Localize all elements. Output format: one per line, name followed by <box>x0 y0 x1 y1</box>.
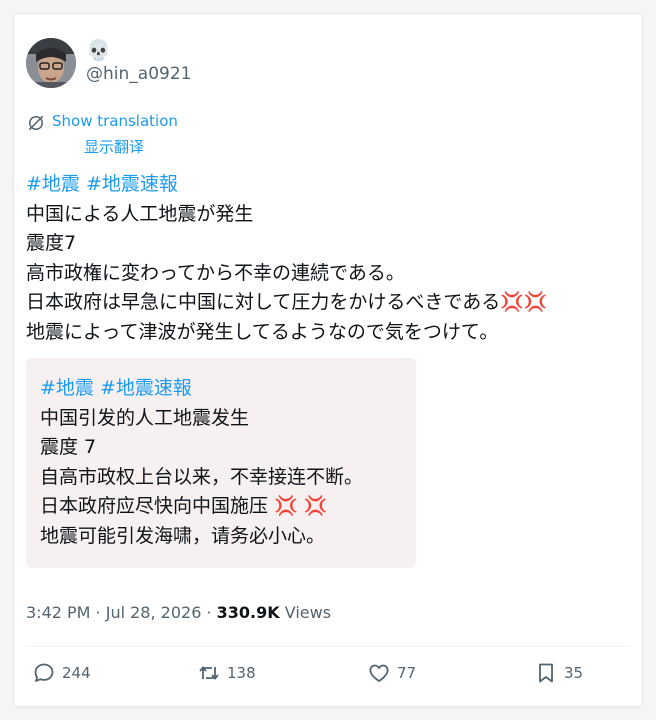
avatar[interactable] <box>26 38 76 88</box>
display-name[interactable]: 💀 <box>86 38 111 62</box>
post-card: 💀 @hin_a0921 Show translation 显示翻译 #地震 #… <box>14 14 642 706</box>
translate-icon <box>28 115 44 131</box>
hashtag-link[interactable]: #地震速報 <box>86 173 178 195</box>
heart-icon <box>369 664 389 682</box>
like-count: 77 <box>397 664 417 682</box>
repost-icon <box>199 666 219 680</box>
post-line: 高市政権に変わってから不幸の連続である。 <box>26 261 405 284</box>
post-time[interactable]: 3:42 PM <box>26 603 90 622</box>
action-bar: 244 138 77 35 <box>14 661 642 693</box>
user-handle[interactable]: @hin_a0921 <box>86 64 191 84</box>
post-date[interactable]: Jul 28, 2026 <box>106 603 202 622</box>
bookmark-count: 35 <box>564 664 584 682</box>
reply-button[interactable]: 244 <box>32 661 91 685</box>
show-translation-label-cn[interactable]: 显示翻译 <box>84 136 144 157</box>
anger-emoji-icon: 💢💢 <box>500 291 548 314</box>
hashtag-link[interactable]: #地震速報 <box>100 377 192 399</box>
translated-text-box: #地震 #地震速報 中国引发的人工地震发生 震度 7 自高市政权上台以来，不幸接… <box>26 358 416 568</box>
post-line: 地震によって津波が発生してるようなので気をつけて。 <box>26 320 499 343</box>
divider <box>26 646 630 647</box>
bookmark-button[interactable]: 35 <box>534 661 583 685</box>
bookmark-icon <box>539 663 553 683</box>
translated-line: 自高市政权上台以来，不幸接连不断。 <box>40 465 364 488</box>
post-text: #地震 #地震速報 中国による人工地震が発生 震度7 高市政権に変わってから不幸… <box>26 170 630 348</box>
translated-line: 中国引发的人工地震发生 <box>40 406 250 429</box>
hashtag-link[interactable]: #地震 <box>26 173 80 195</box>
post-meta: 3:42 PM · Jul 28, 2026 · 330.9K Views <box>26 603 332 622</box>
repost-button[interactable]: 138 <box>197 661 256 685</box>
translated-line: 地震可能引发海啸，请务必小心。 <box>40 524 326 547</box>
like-button[interactable]: 77 <box>367 661 416 685</box>
views-label: Views <box>279 603 332 622</box>
anger-emoji-icon: 💢 💢 <box>274 495 328 517</box>
translated-line: 震度 7 <box>40 436 97 458</box>
post-line: 中国による人工地震が発生 <box>26 202 254 225</box>
translated-line: 日本政府应尽快向中国施压 <box>40 495 269 517</box>
repost-count: 138 <box>227 664 256 682</box>
view-count: 330.9K <box>216 603 280 622</box>
show-translation-button[interactable]: Show translation <box>26 109 178 133</box>
hashtag-link[interactable]: #地震 <box>40 377 94 399</box>
post-line: 震度7 <box>26 232 77 255</box>
reply-icon <box>34 663 54 682</box>
show-translation-label[interactable]: Show translation <box>52 112 178 130</box>
reply-count: 244 <box>62 664 91 682</box>
post-line: 日本政府は早急に中国に対して圧力をかけるべきである <box>26 291 501 314</box>
